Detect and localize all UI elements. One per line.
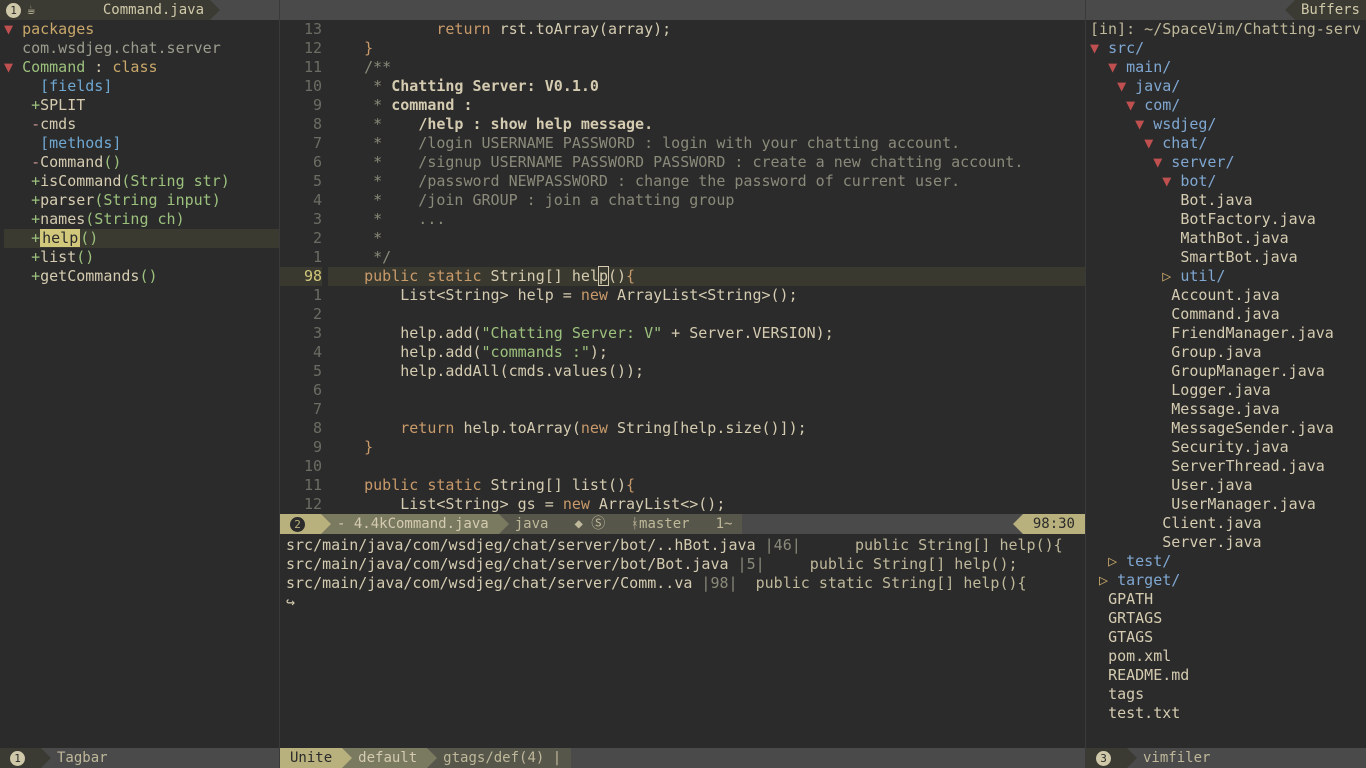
status-filename: Command.java xyxy=(388,515,489,534)
tree-file[interactable]: ServerThread.java xyxy=(1090,457,1366,476)
tree-dir[interactable]: ▼ java/ xyxy=(1090,77,1366,96)
tree-dir[interactable]: ▼ main/ xyxy=(1090,58,1366,77)
status-branch: master xyxy=(639,515,690,534)
tree-file[interactable]: GTAGS xyxy=(1090,628,1366,647)
tree-file[interactable]: README.md xyxy=(1090,666,1366,685)
tagbar-class[interactable]: Command xyxy=(22,58,85,76)
status-badge: 1 xyxy=(10,751,25,766)
tab-buffers[interactable]: Buffers xyxy=(1295,0,1366,20)
tree-file[interactable]: Bot.java xyxy=(1090,191,1366,210)
tree-dir[interactable]: ▼ bot/ xyxy=(1090,172,1366,191)
tabbar-left[interactable]: 1 ☕ Command.java xyxy=(0,0,279,20)
tree-dir[interactable]: ▼ wsdjeg/ xyxy=(1090,115,1366,134)
tree-file[interactable]: SmartBot.java xyxy=(1090,248,1366,267)
tree-file[interactable]: Security.java xyxy=(1090,438,1366,457)
tagbar-method[interactable]: +getCommands() xyxy=(4,267,279,286)
tree-file[interactable]: Client.java xyxy=(1090,514,1366,533)
tree-file[interactable]: Logger.java xyxy=(1090,381,1366,400)
unite-row[interactable]: src/main/java/com/wsdjeg/chat/server/bot… xyxy=(286,536,1079,555)
tree-file[interactable]: Command.java xyxy=(1090,305,1366,324)
statusbar-tagbar: 1 Tagbar xyxy=(0,748,279,768)
tree-file[interactable]: User.java xyxy=(1090,476,1366,495)
tab-label: Command.java xyxy=(103,1,204,20)
status-label: vimfiler xyxy=(1127,748,1220,768)
unite-results[interactable]: src/main/java/com/wsdjeg/chat/server/bot… xyxy=(280,534,1085,748)
unite-row[interactable]: src/main/java/com/wsdjeg/chat/server/Com… xyxy=(286,574,1079,593)
branch-icon: ᚼ xyxy=(631,515,639,534)
status-position: 98:30 xyxy=(1033,515,1075,534)
tabbar-right[interactable]: Buffers xyxy=(1086,0,1366,20)
tree-file[interactable]: MathBot.java xyxy=(1090,229,1366,248)
java-icon: ☕ xyxy=(27,1,35,20)
code-area[interactable]: return rst.toArray(array); } /** * Chatt… xyxy=(328,20,1085,514)
editor-statusline: 2 - 4.4k Command.java java ◆ Ⓢ ᚼ master … xyxy=(280,514,1085,534)
tagbar-method[interactable]: +names(String ch) xyxy=(4,210,279,229)
tree-file[interactable]: GroupManager.java xyxy=(1090,362,1366,381)
file-tree[interactable]: [in]: ~/SpaceVim/Chatting-serv ▼ src/ ▼ … xyxy=(1086,20,1366,748)
unite-source: gtags/def(4) | xyxy=(443,749,561,768)
tagbar-package[interactable]: com.wsdjeg.chat.server xyxy=(22,39,221,57)
tree-file[interactable]: Message.java xyxy=(1090,400,1366,419)
status-filetype: java xyxy=(515,515,549,534)
tree-file[interactable]: UserManager.java xyxy=(1090,495,1366,514)
tree-file[interactable]: BotFactory.java xyxy=(1090,210,1366,229)
status-indicators: ◆ Ⓢ xyxy=(574,515,630,534)
status-badge: 2 xyxy=(290,517,305,532)
status-label: Tagbar xyxy=(41,748,118,768)
tree-dir[interactable]: ▼ com/ xyxy=(1090,96,1366,115)
tree-file[interactable]: FriendManager.java xyxy=(1090,324,1366,343)
tree-file[interactable]: tags xyxy=(1090,685,1366,704)
gutter: 13 12 11 10 9 8 7 6 5 4 3 2 1 98 1 2 3 4… xyxy=(280,20,328,514)
tree-file[interactable]: pom.xml xyxy=(1090,647,1366,666)
tree-file[interactable]: Server.java xyxy=(1090,533,1366,552)
status-ff: 1~ xyxy=(716,515,733,534)
tree-dir[interactable]: ▼ server/ xyxy=(1090,153,1366,172)
cursor-line: public static String[] help(){ xyxy=(328,267,1085,286)
tagbar-method[interactable]: +isCommand(String str) xyxy=(4,172,279,191)
tab-badge: 1 xyxy=(6,3,21,18)
tabbar-center xyxy=(280,0,1085,20)
status-filesize: - 4.4k xyxy=(337,515,388,534)
tree-file[interactable]: test.txt xyxy=(1090,704,1366,723)
tree-dir[interactable]: ▷ test/ xyxy=(1090,552,1366,571)
tree-file[interactable]: GPATH xyxy=(1090,590,1366,609)
tagbar-section-fields: [fields] xyxy=(40,77,112,95)
tagbar-method[interactable]: -Command() xyxy=(4,153,279,172)
tagbar-method-selected[interactable]: +help() xyxy=(4,229,279,248)
statusbar-vimfiler: 3 vimfiler xyxy=(1086,748,1366,768)
code-editor[interactable]: 13 12 11 10 9 8 7 6 5 4 3 2 1 98 1 2 3 4… xyxy=(280,20,1085,514)
tree-dir[interactable]: ▼ src/ xyxy=(1090,39,1366,58)
tree-dir[interactable]: ▷ target/ xyxy=(1090,571,1366,590)
unite-row[interactable]: src/main/java/com/wsdjeg/chat/server/bot… xyxy=(286,555,1079,574)
tree-file[interactable]: MessageSender.java xyxy=(1090,419,1366,438)
tagbar-section-methods: [methods] xyxy=(40,134,121,152)
triangle-down-icon: ▼ xyxy=(4,58,13,76)
tagbar-field[interactable]: +SPLIT xyxy=(4,96,279,115)
tree-file[interactable]: Account.java xyxy=(1090,286,1366,305)
tree-dir[interactable]: ▼ chat/ xyxy=(1090,134,1366,153)
tagbar-field[interactable]: -cmds xyxy=(4,115,279,134)
tab-command-java[interactable]: 1 ☕ Command.java xyxy=(0,0,210,20)
tree-cwd: [in]: ~/SpaceVim/Chatting-serv xyxy=(1090,20,1361,38)
tree-file[interactable]: GRTAGS xyxy=(1090,609,1366,628)
tree-file[interactable]: Group.java xyxy=(1090,343,1366,362)
tagbar-method[interactable]: +parser(String input) xyxy=(4,191,279,210)
tab-label: Buffers xyxy=(1301,1,1360,20)
unite-statusline: Unite default gtags/def(4) | xyxy=(280,748,1085,768)
unite-profile: default xyxy=(358,749,417,768)
status-badge: 3 xyxy=(1096,751,1111,766)
unite-caret-icon: ↪ xyxy=(286,593,295,611)
tree-dir[interactable]: ▷ util/ xyxy=(1090,267,1366,286)
tagbar[interactable]: ▼ packages com.wsdjeg.chat.server ▼ Comm… xyxy=(0,20,279,748)
unite-mode: Unite xyxy=(290,749,332,768)
tagbar-method[interactable]: +list() xyxy=(4,248,279,267)
triangle-down-icon: ▼ xyxy=(4,20,13,38)
